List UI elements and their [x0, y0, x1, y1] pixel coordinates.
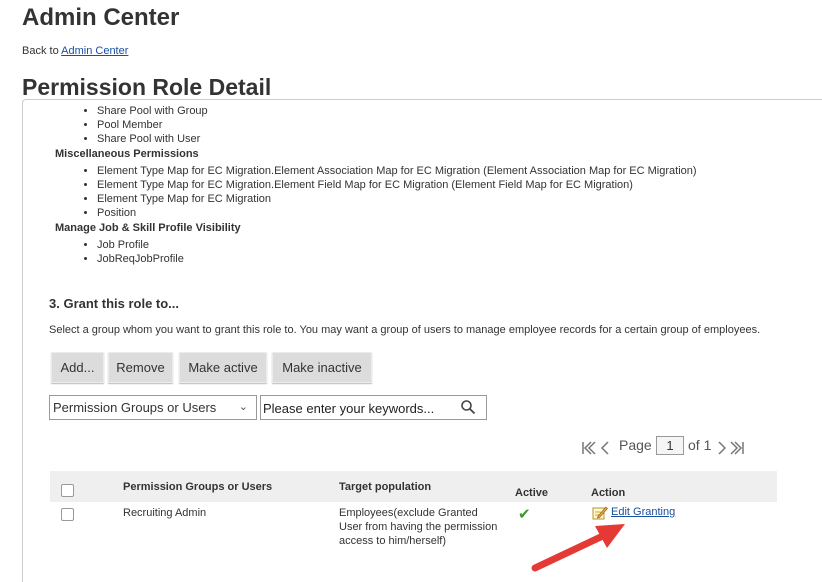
select-all-checkbox[interactable] [61, 484, 74, 497]
column-header-action: Action [591, 487, 626, 499]
make-active-button[interactable]: Make active [179, 352, 267, 383]
permission-item: Position [97, 206, 697, 220]
page-number-input[interactable]: 1 [656, 436, 684, 455]
permission-item: Element Type Map for EC Migration.Elemen… [97, 164, 697, 178]
section-title: Permission Role Detail [22, 74, 272, 100]
edit-granting-link[interactable]: Edit Granting [611, 506, 675, 518]
permission-item: Element Type Map for EC Migration [97, 192, 697, 206]
permission-category-misc: Miscellaneous Permissions [55, 148, 199, 160]
row-group-name: Recruiting Admin [123, 507, 207, 519]
permission-list-top: Share Pool with Group Pool Member Share … [97, 104, 208, 146]
permission-list-job: Job Profile JobReqJobProfile [97, 238, 184, 266]
page-total-label: of 1 [688, 437, 712, 453]
back-to-admin-center-link[interactable]: Admin Center [61, 45, 128, 57]
add-button[interactable]: Add... [51, 352, 104, 383]
search-input[interactable] [261, 397, 456, 419]
permission-item: JobReqJobProfile [97, 252, 184, 266]
grant-section-description: Select a group whom you want to grant th… [49, 324, 761, 336]
column-header-target: Target population [339, 481, 432, 493]
grant-section-title: 3. Grant this role to... [49, 296, 180, 311]
remove-button[interactable]: Remove [108, 352, 173, 383]
page-title: Admin Center [22, 4, 180, 31]
row-checkbox[interactable] [61, 508, 74, 521]
permission-item: Share Pool with Group [97, 104, 208, 118]
permission-category-job: Manage Job & Skill Profile Visibility [55, 222, 241, 234]
filter-type-select[interactable]: Permission Groups or Users ⌄ [49, 395, 257, 420]
search-box [260, 395, 487, 420]
annotation-arrow [531, 524, 625, 572]
permission-item: Job Profile [97, 238, 184, 252]
filter-type-value: Permission Groups or Users [53, 400, 217, 415]
make-inactive-button[interactable]: Make inactive [272, 352, 372, 383]
column-header-active: Active [515, 487, 549, 499]
page-label: Page [619, 437, 652, 453]
prev-page-icon[interactable] [597, 440, 613, 456]
permission-list-misc: Element Type Map for EC Migration.Elemen… [97, 164, 697, 220]
permission-item: Pool Member [97, 118, 208, 132]
column-header-group: Permission Groups or Users [123, 481, 273, 493]
first-page-icon[interactable] [580, 440, 596, 456]
permission-item: Share Pool with User [97, 132, 208, 146]
search-icon[interactable] [460, 399, 476, 415]
back-link-row: Back to Admin Center [22, 45, 128, 57]
last-page-icon[interactable] [730, 440, 746, 456]
next-page-icon[interactable] [714, 440, 730, 456]
chevron-down-icon: ⌄ [238, 401, 248, 413]
row-target-population: Employees(exclude Granted User from havi… [339, 507, 498, 547]
permission-item: Element Type Map for EC Migration.Elemen… [97, 178, 697, 192]
back-prefix: Back to [22, 45, 62, 57]
